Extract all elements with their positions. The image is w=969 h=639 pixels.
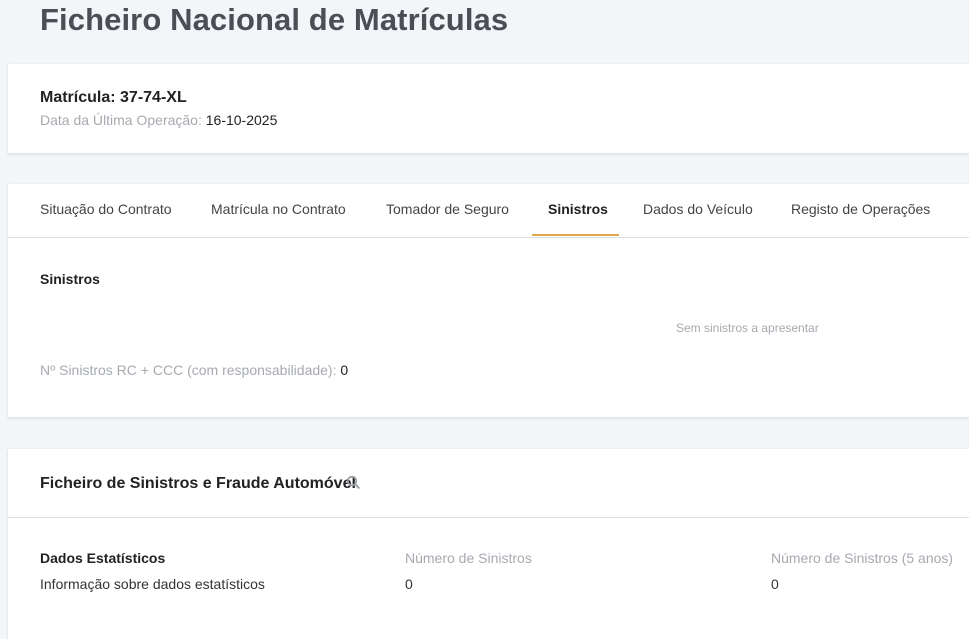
claims-count-value: 0 [340, 362, 349, 378]
fraud-card-title: Ficheiro de Sinistros e Fraude Automóvel [40, 475, 356, 492]
tab-dados-veiculo[interactable]: Dados do Veículo [643, 201, 753, 217]
tab-sinistros[interactable]: Sinistros [548, 201, 608, 217]
last-operation-date: 16-10-2025 [205, 112, 278, 128]
stats-col3-header: Número de Sinistros (5 anos) [771, 550, 954, 566]
stats-col1-value: Informação sobre dados estatísticos [40, 576, 265, 592]
claims-count: Nº Sinistros RC + CCC (com responsabilid… [40, 362, 348, 378]
last-operation-label: Data da Última Operação: [40, 112, 202, 128]
tab-tomador-seguro[interactable]: Tomador de Seguro [386, 201, 509, 217]
stats-col2-header: Número de Sinistros [405, 550, 532, 566]
active-tab-indicator [532, 234, 619, 236]
claims-empty-message: Sem sinistros a apresentar [676, 321, 819, 335]
fraud-card-header: Ficheiro de Sinistros e Fraude Automóvel [8, 449, 969, 518]
details-card: Situação do Contrato Matrícula no Contra… [8, 184, 969, 417]
vehicle-card: Matrícula: 37-74-XL Data da Última Opera… [8, 64, 969, 153]
tab-situacao-contrato[interactable]: Situação do Contrato [40, 201, 172, 217]
stats-col3-value: 0 [771, 576, 779, 592]
claims-count-label: Nº Sinistros RC + CCC (com responsabilid… [40, 362, 337, 378]
tab-bar: Situação do Contrato Matrícula no Contra… [8, 184, 969, 238]
fraud-card: Ficheiro de Sinistros e Fraude Automóvel… [8, 449, 969, 639]
tab-matricula-contrato[interactable]: Matrícula no Contrato [211, 201, 346, 217]
search-icon[interactable] [346, 475, 360, 489]
stats-col2-value: 0 [405, 576, 413, 592]
page-title: Ficheiro Nacional de Matrículas [40, 2, 509, 37]
tab-registo-operacoes[interactable]: Registo de Operações [791, 201, 930, 217]
last-operation: Data da Última Operação: 16-10-2025 [40, 112, 277, 128]
plate-number: Matrícula: 37-74-XL [40, 89, 187, 106]
claims-section-title: Sinistros [40, 271, 100, 287]
stats-col1-header: Dados Estatísticos [40, 550, 166, 566]
